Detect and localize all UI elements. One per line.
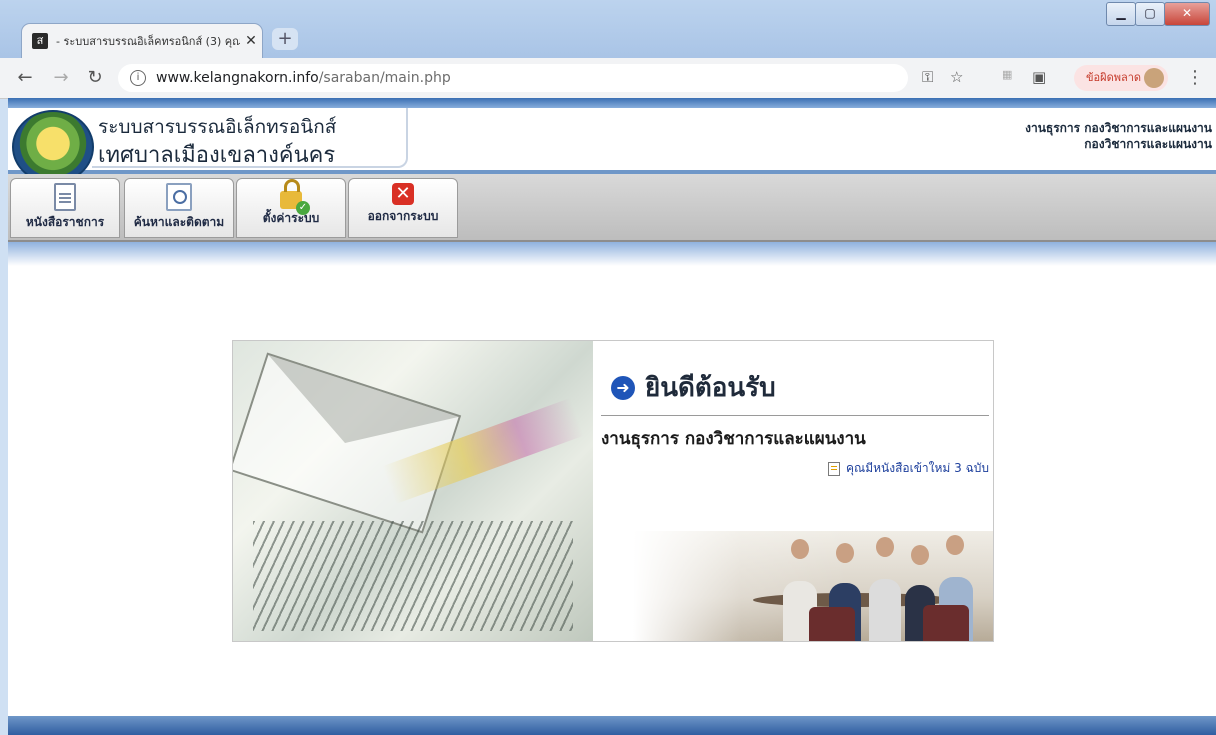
camera-icon[interactable]: ▣ [1032,68,1046,86]
chair-graphic [923,605,969,641]
web-page: ระบบสารบรรณอิเล็กทรอนิกส์ เทศบาลเมืองเขล… [8,98,1216,735]
document-icon [54,183,76,211]
key-icon[interactable]: ⚿ [922,68,933,86]
stripes-graphic [253,521,573,631]
mail-artwork [233,341,593,641]
back-icon[interactable]: ← [14,67,36,88]
error-button[interactable]: ข้อผิดพลาด [1074,65,1168,91]
chair-graphic [809,607,855,641]
welcome-title: ยินดีต้อนรับ [645,373,776,403]
settings-label: ตั้งค่าระบบ [262,211,320,225]
browser-toolbar: ← → ↻ i www.kelangnakorn.info/saraban/ma… [0,58,1216,99]
star-icon[interactable]: ☆ [950,68,963,86]
official-letters-label: หนังสือราชการ [25,215,105,229]
maximize-button[interactable]: ▢ [1135,2,1165,26]
browser-tab[interactable]: ส - ระบบสารบรรณอิเล็คทรอนิกส์ (3) คุณ ✕ [22,24,262,58]
envelope-graphic [233,352,462,534]
content-band [8,242,1216,266]
meeting-photo [633,531,993,641]
new-document-icon [828,461,841,476]
extension-icon[interactable]: ▦ [1002,68,1012,81]
exit-icon: ✕ [392,183,414,205]
search-track-button[interactable]: ค้นหาและติดตาม [124,178,234,238]
logout-label: ออกจากระบบ [367,209,439,223]
minimize-button[interactable]: ▁ [1106,2,1136,26]
welcome-heading: ➜ ยินดีต้อนรับ [611,367,776,408]
divider [601,415,989,416]
reload-icon[interactable]: ↻ [84,67,106,88]
url-path: /saraban/main.php [318,70,451,86]
site-header: ระบบสารบรรณอิเล็กทรอนิกส์ เทศบาลเมืองเขล… [8,108,1216,184]
person-head [836,543,854,563]
user-division: กองวิชาการและแผนงาน [1084,137,1212,151]
info-icon[interactable]: i [130,70,146,86]
window-titlebar: ส - ระบบสารบรรณอิเล็คทรอนิกส์ (3) คุณ ✕ … [0,0,1216,58]
footer-strip [8,716,1216,735]
arrow-right-icon: ➜ [611,375,635,400]
main-toolbar: หนังสือราชการ ค้นหาและติดตาม ตั้งค่าระบบ… [8,174,1216,242]
welcome-panel: ➜ ยินดีต้อนรับ งานธุรการ กองวิชาการและแผ… [232,340,994,642]
search-track-label: ค้นหาและติดตาม [133,215,225,229]
logout-button[interactable]: ✕ ออกจากระบบ [348,178,458,238]
official-letters-button[interactable]: หนังสือราชการ [10,178,120,238]
person-figure [869,579,901,641]
new-docs-link[interactable]: คุณมีหนังสือเข้าใหม่ 3 ฉบับ [828,459,989,478]
error-label: ข้อผิดพลาด [1086,71,1142,84]
address-bar[interactable]: i www.kelangnakorn.info/saraban/main.php [118,64,908,92]
municipality-logo [12,110,94,184]
header-strip [8,98,1216,108]
person-head [791,539,809,559]
site-subtitle: เทศบาลเมืองเขลางค์นคร [98,143,336,168]
person-head [911,545,929,565]
person-head [876,537,894,557]
site-title-box: ระบบสารบรรณอิเล็กทรอนิกส์ เทศบาลเมืองเขล… [92,108,408,168]
url-host: www.kelangnakorn.info [156,70,319,86]
new-tab-button[interactable]: + [272,28,298,50]
avatar [1144,68,1164,88]
favicon-icon: ส [32,33,48,49]
user-unit: งานธุรการ กองวิชาการและแผนงาน [1025,121,1212,135]
lock-check-icon [280,179,310,215]
tab-title: - ระบบสารบรรณอิเล็คทรอนิกส์ (3) คุณ [56,35,240,48]
new-docs-text: คุณมีหนังสือเข้าใหม่ 3 ฉบับ [846,461,989,475]
department-name: งานธุรการ กองวิชาการและแผนงาน [601,429,866,449]
tab-close-icon[interactable]: ✕ [240,33,262,49]
user-department: งานธุรการ กองวิชาการและแผนงาน กองวิชาการ… [1025,120,1212,152]
menu-icon[interactable]: ⋮ [1186,67,1204,88]
forward-icon[interactable]: → [50,67,72,88]
search-document-icon [166,183,192,211]
person-head [946,535,964,555]
close-window-button[interactable]: ✕ [1164,2,1210,26]
settings-button[interactable]: ตั้งค่าระบบ [236,178,346,238]
